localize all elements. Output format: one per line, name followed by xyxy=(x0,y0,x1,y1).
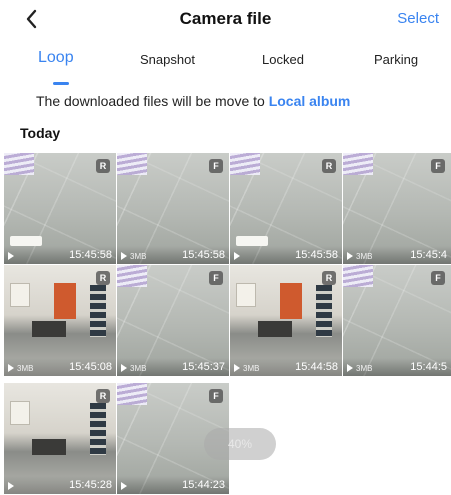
office-shelf xyxy=(90,403,106,455)
play-icon xyxy=(347,252,353,260)
local-album-link[interactable]: Local album xyxy=(269,93,351,109)
wall-board xyxy=(236,283,256,307)
file-time: 15:44:5 xyxy=(410,361,447,373)
page-title: Camera file xyxy=(179,9,272,28)
office-desk xyxy=(32,439,66,455)
video-thumbnail[interactable]: R 15:45:58 xyxy=(4,153,116,264)
file-time: 15:45:58 xyxy=(295,249,338,261)
tab-loop[interactable]: Loop xyxy=(38,49,74,67)
file-time: 15:45:58 xyxy=(69,249,112,261)
camera-badge: F xyxy=(209,271,223,285)
play-icon xyxy=(234,252,240,260)
video-thumbnail[interactable]: R 15:45:58 xyxy=(230,153,342,264)
select-button[interactable]: Select xyxy=(397,10,439,27)
file-time: 15:45:4 xyxy=(410,249,447,261)
play-icon xyxy=(8,252,14,260)
video-thumbnail[interactable]: R 3MB 15:45:08 xyxy=(4,265,116,376)
office-shelf xyxy=(316,285,332,337)
camera-badge: R xyxy=(322,271,336,285)
file-time: 15:45:58 xyxy=(182,249,225,261)
active-tab-indicator xyxy=(53,82,69,85)
video-thumbnail[interactable]: R 3MB 15:44:58 xyxy=(230,265,342,376)
video-thumbnail[interactable]: F 3MB 15:45:4 xyxy=(343,153,451,264)
office-shelf xyxy=(90,285,106,337)
file-size: 3MB xyxy=(243,364,260,373)
ceiling-light xyxy=(117,383,147,405)
file-time: 15:45:37 xyxy=(182,361,225,373)
tab-snapshot[interactable]: Snapshot xyxy=(140,52,195,67)
file-time: 15:45:08 xyxy=(69,361,112,373)
camera-badge: R xyxy=(96,159,110,173)
file-size: 3MB xyxy=(130,252,147,261)
ceiling-light xyxy=(117,153,147,175)
tab-bar: Loop Snapshot Locked Parking xyxy=(0,49,451,86)
camera-badge: R xyxy=(96,389,110,403)
camera-badge: F xyxy=(431,159,445,173)
download-notice: The downloaded files will be move to Loc… xyxy=(36,93,350,109)
camera-badge: R xyxy=(96,271,110,285)
tab-locked[interactable]: Locked xyxy=(262,52,304,67)
section-title: Today xyxy=(20,125,61,141)
video-thumbnail[interactable]: F 3MB 15:44:5 xyxy=(343,265,451,376)
header-bar: Camera file Select xyxy=(0,0,451,40)
download-progress-toast: 40% xyxy=(204,428,276,460)
ceiling-light xyxy=(4,153,34,175)
camera-badge: F xyxy=(209,389,223,403)
file-size: 3MB xyxy=(17,364,34,373)
ceiling-light xyxy=(230,153,260,175)
office-door xyxy=(54,283,76,319)
ceiling-light xyxy=(343,265,373,287)
file-time: 15:44:23 xyxy=(182,479,225,491)
ceiling-lamp xyxy=(236,236,268,246)
camera-badge: F xyxy=(209,159,223,173)
play-icon xyxy=(121,252,127,260)
ceiling-light xyxy=(117,265,147,287)
play-icon xyxy=(121,364,127,372)
wall-board xyxy=(10,283,30,307)
file-size: 3MB xyxy=(130,364,147,373)
play-icon xyxy=(121,482,127,490)
office-door xyxy=(280,283,302,319)
play-icon xyxy=(8,364,14,372)
file-time: 15:44:58 xyxy=(295,361,338,373)
wall-board xyxy=(10,401,30,425)
video-thumbnail[interactable]: F 3MB 15:45:37 xyxy=(117,265,229,376)
office-desk xyxy=(258,321,292,337)
ceiling-lamp xyxy=(10,236,42,246)
video-thumbnail[interactable]: R 15:45:28 xyxy=(4,383,116,494)
file-size: 3MB xyxy=(356,364,373,373)
play-icon xyxy=(347,364,353,372)
file-time: 15:45:28 xyxy=(69,479,112,491)
video-thumbnail[interactable]: F 3MB 15:45:58 xyxy=(117,153,229,264)
play-icon xyxy=(234,364,240,372)
tab-parking[interactable]: Parking xyxy=(374,52,418,67)
camera-badge: F xyxy=(431,271,445,285)
notice-text: The downloaded files will be move to xyxy=(36,93,269,109)
office-desk xyxy=(32,321,66,337)
camera-badge: R xyxy=(322,159,336,173)
file-size: 3MB xyxy=(356,252,373,261)
ceiling-light xyxy=(343,153,373,175)
play-icon xyxy=(8,482,14,490)
